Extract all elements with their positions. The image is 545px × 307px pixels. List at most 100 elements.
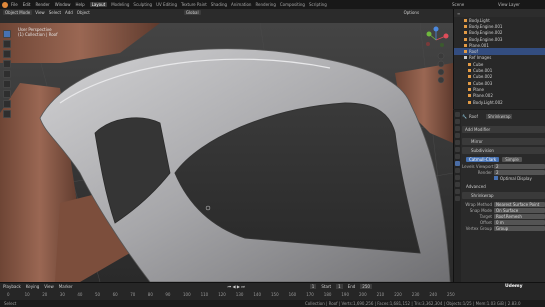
shrinkwrap-modifier-header[interactable]: Shrinkwrap [462,192,545,199]
particles-tab-icon[interactable] [455,168,460,173]
end-frame-field[interactable]: 250 [360,284,372,289]
tab-rendering[interactable]: Rendering [255,2,275,7]
optimal-display-label: Optimal Display [500,175,532,181]
wrap-method-label: Wrap Method [465,201,492,207]
tab-uv-editing[interactable]: UV Editing [156,2,177,7]
mode-selector[interactable]: Object Mode [3,10,33,15]
play-controls-icon[interactable]: ⏮ ◀ ▶ ⏭ [228,284,245,289]
tab-shading[interactable]: Shading [211,2,227,7]
active-collection: (1) Collection | Roof [18,32,58,37]
tool-tab-icon[interactable] [455,112,460,117]
timeline-tick-label: 30 [59,292,65,297]
scene-tab-icon[interactable] [455,140,460,145]
menu-help[interactable]: Help [75,2,84,7]
timeline-tick-label: 190 [341,292,350,297]
vertex-group-field[interactable]: Group [494,225,545,231]
tab-compositing[interactable]: Compositing [280,2,305,7]
menu-window[interactable]: Window [55,2,71,7]
move-tool-icon[interactable] [3,50,11,58]
world-tab-icon[interactable] [455,147,460,152]
modifier-tab-icon[interactable] [455,161,460,166]
view-layer-tab-icon[interactable] [455,133,460,138]
outliner-filter-icon[interactable]: ≡ [457,11,460,16]
timeline-tick-label: 50 [95,292,101,297]
end-label: End [347,284,356,289]
timeline-menu-keying[interactable]: Keying [26,284,39,289]
timeline-tick-label: 100 [183,292,191,297]
menu-file[interactable]: File [11,2,18,7]
outliner-panel: ≡ Body.Light Body.Engine.001 Body.Engine… [453,9,545,109]
add-cube-tool-icon[interactable] [3,110,11,118]
timeline-tick-label: 70 [130,292,136,297]
menu-render[interactable]: Render [35,2,49,7]
mesh-icon [464,18,467,22]
3d-viewport[interactable] [0,23,453,282]
levels-viewport-field[interactable]: 2 [494,163,545,169]
offset-field[interactable]: 0 m [494,219,545,225]
transform-tool-icon[interactable] [3,80,11,88]
tab-scripting[interactable]: Scripting [309,2,327,7]
timeline-ruler[interactable]: 0 10 20 30 40 50 60 70 80 90 100 110 120 130 140 150 160… [3,291,543,299]
tab-sculpting[interactable]: Sculpting [133,2,152,7]
tab-layout[interactable]: Layout [89,2,108,7]
render-tab-icon[interactable] [455,119,460,124]
advanced-subpanel[interactable]: Advanced [466,184,486,189]
annotate-tool-icon[interactable] [3,90,11,98]
viewport-menu-view[interactable]: View [35,10,45,15]
viewport-menu-add[interactable]: Add [65,10,73,15]
mirror-modifier-header[interactable]: Mirror [462,138,545,145]
measure-tool-icon[interactable] [3,100,11,108]
scale-tool-icon[interactable] [3,70,11,78]
add-modifier-button[interactable]: Add Modifier [462,126,545,133]
scene-selector[interactable]: Scene [452,2,464,7]
timeline-tick-label: 120 [218,292,226,297]
properties-tabs [454,110,461,282]
object-tab-icon[interactable] [455,154,460,159]
select-box-tool-icon[interactable] [3,30,11,38]
subdivision-modifier-header[interactable]: Subdivision [462,147,545,154]
navigation-gizmo[interactable] [420,26,452,86]
current-frame-field[interactable]: 1 [309,284,317,289]
viewport-menu-select[interactable]: Select [49,10,61,15]
orientation-selector[interactable]: Global [183,10,201,15]
mesh-icon [464,31,467,35]
mesh-icon [468,87,471,91]
object-name[interactable]: Roof [469,114,478,119]
material-tab-icon[interactable] [455,196,460,201]
timeline-menu-playback[interactable]: Playback [3,284,21,289]
cursor-tool-icon[interactable] [3,40,11,48]
wrap-method-dropdown[interactable]: Nearest Surface Point [494,201,545,207]
snap-mode-dropdown[interactable]: On Surface [494,207,545,213]
simple-toggle[interactable]: Simple [502,156,522,162]
view-layer-selector[interactable]: View Layer [498,2,520,7]
start-frame-field[interactable]: 1 [336,284,343,289]
output-tab-icon[interactable] [455,126,460,131]
target-field[interactable]: Roof.Remesh [494,213,545,219]
physics-tab-icon[interactable] [455,175,460,180]
tab-texture-paint[interactable]: Texture Paint [181,2,207,7]
timeline-menu-view[interactable]: View [44,284,54,289]
catmull-clark-toggle[interactable]: Catmull-Clark [466,156,500,162]
constraints-tab-icon[interactable] [455,182,460,187]
timeline-tick-label: 230 [411,292,420,297]
add-modifier-row: Add Modifier [462,126,545,133]
mirror-modifier: Mirror [462,138,545,145]
outliner-item[interactable]: Body.Light.002 [454,99,545,105]
viewport-menu-object[interactable]: Object [77,10,90,15]
data-tab-icon[interactable] [455,189,460,194]
optimal-display-checkbox[interactable] [494,176,498,180]
mesh-icon [464,37,467,41]
target-label: Target [479,213,492,219]
options-menu[interactable]: Options [404,10,419,15]
render-levels-field[interactable]: 2 [494,169,545,175]
car-model-render [0,23,453,282]
shrinkwrap-modifier: Shrinkwrap Wrap Method Nearest Surface P… [462,192,545,231]
timeline-menu-marker[interactable]: Marker [59,284,73,289]
blender-logo-icon[interactable] [2,1,8,8]
rotate-tool-icon[interactable] [3,60,11,68]
tab-animation[interactable]: Animation [231,2,251,7]
properties-panel: 🔧 Roof Shrinkwrap Add Modifier Mirror Su… [453,110,545,282]
modifier-name-field[interactable]: Shrinkwrap [485,113,513,119]
menu-edit[interactable]: Edit [23,2,31,7]
tab-modeling[interactable]: Modeling [111,2,129,7]
